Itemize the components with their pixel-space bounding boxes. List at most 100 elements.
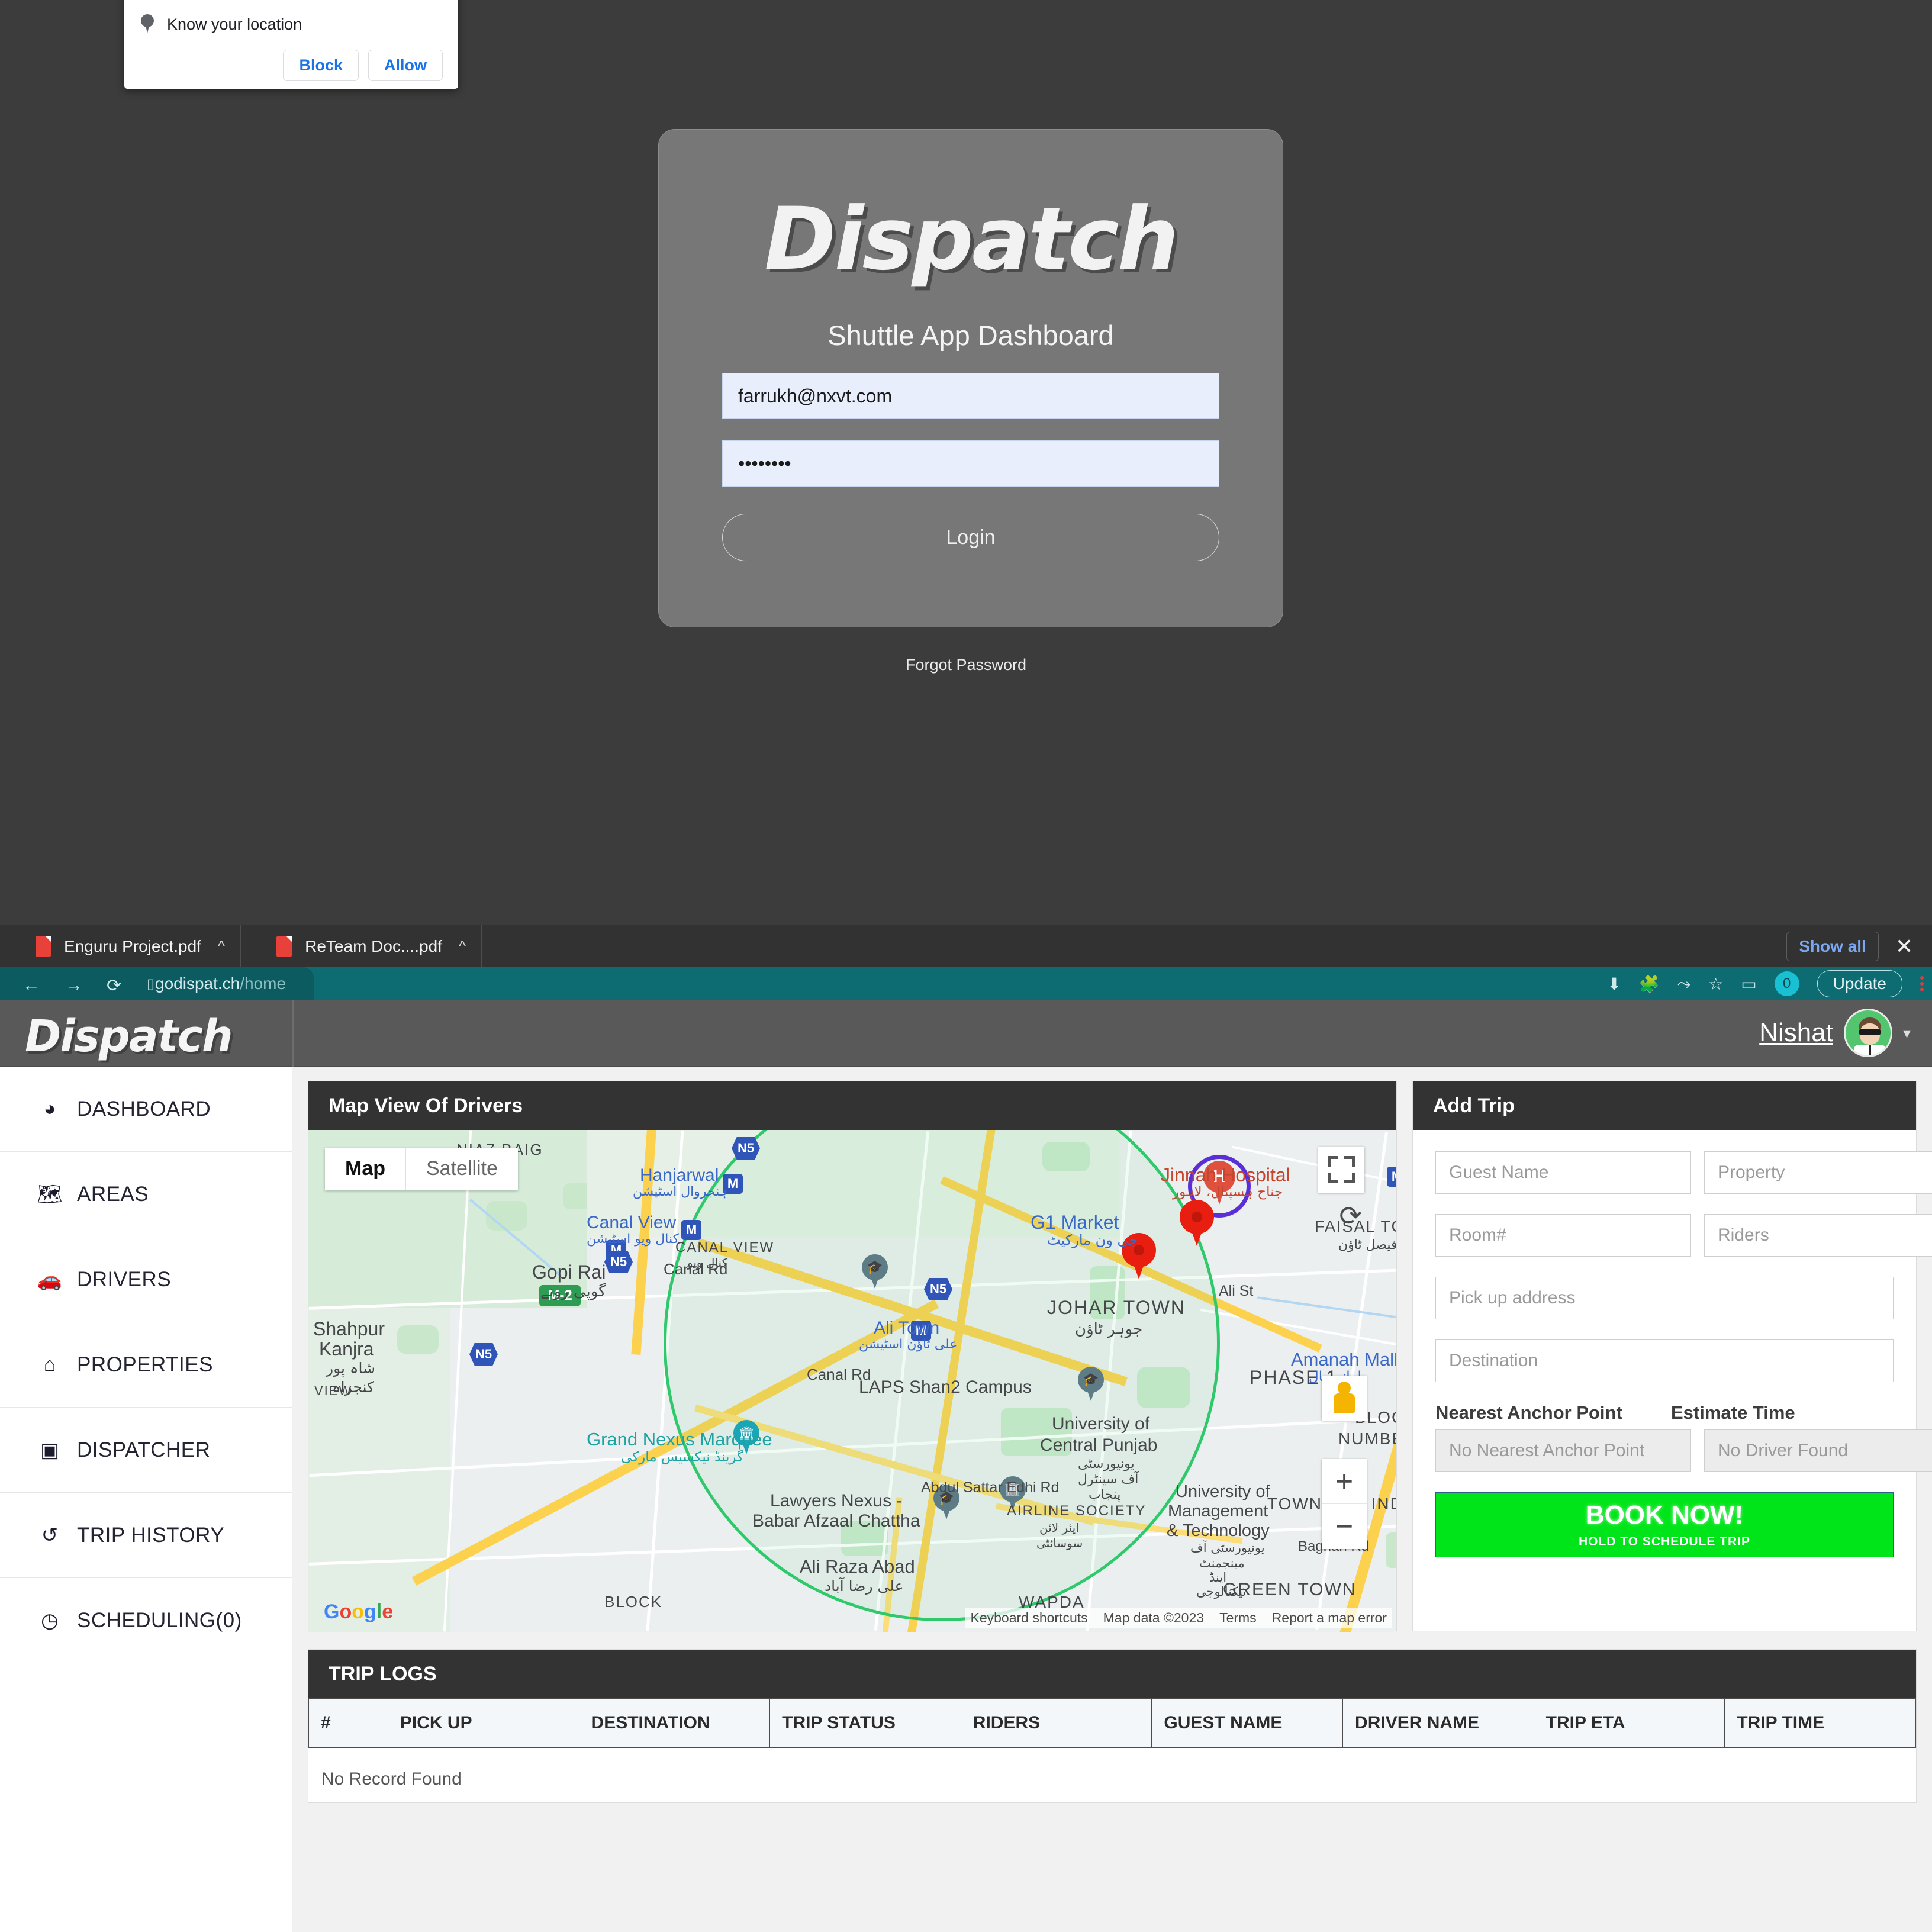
sidebar-item-label: SCHEDULING(0) bbox=[77, 1608, 242, 1632]
extension-badge[interactable]: 0 bbox=[1774, 971, 1799, 996]
map-footer: Keyboard shortcuts Map data ©2023 Terms … bbox=[965, 1608, 1392, 1628]
download-item[interactable]: ReTeam Doc....pdf ^ bbox=[241, 925, 482, 968]
trip-logs-header: TRIP LOGS bbox=[308, 1650, 1916, 1698]
map-label: Amanah Mall bbox=[1291, 1349, 1396, 1370]
chevron-up-icon[interactable]: ^ bbox=[218, 937, 225, 955]
downloads-bar: Enguru Project.pdf ^ ReTeam Doc....pdf ^… bbox=[0, 925, 1932, 968]
map-view-card: Map View Of Drivers M M M M N5 N5 N5 N5 … bbox=[308, 1081, 1397, 1632]
map-label: Jinnah Hospital bbox=[1161, 1164, 1290, 1186]
block-button[interactable]: Block bbox=[283, 50, 359, 81]
pickup-address-input[interactable] bbox=[1435, 1277, 1894, 1319]
map-type-satellite-button[interactable]: Satellite bbox=[406, 1148, 518, 1190]
map-label: Central Punjab bbox=[1040, 1435, 1158, 1455]
room-number-input[interactable] bbox=[1435, 1214, 1691, 1257]
email-field[interactable] bbox=[722, 373, 1219, 419]
location-pin-icon bbox=[140, 14, 155, 34]
history-icon: ↺ bbox=[41, 1524, 59, 1547]
map-label: Canal View bbox=[587, 1213, 677, 1232]
url-path: /home bbox=[240, 974, 286, 993]
map-label: Lawyers Nexus - bbox=[770, 1491, 903, 1511]
sidebar-item-scheduling[interactable]: ◷ SCHEDULING(0) bbox=[0, 1578, 292, 1663]
empty-state-message: No Record Found bbox=[321, 1769, 462, 1789]
show-all-downloads-button[interactable]: Show all bbox=[1786, 931, 1879, 961]
poi-marker-campus[interactable]: 🎓 bbox=[862, 1254, 888, 1289]
keyboard-shortcuts-link[interactable]: Keyboard shortcuts bbox=[970, 1610, 1087, 1626]
zoom-in-button[interactable]: + bbox=[1322, 1459, 1367, 1504]
poi-marker-campus[interactable]: 🎓 bbox=[1078, 1367, 1104, 1401]
guest-name-input[interactable] bbox=[1435, 1151, 1691, 1194]
reload-icon[interactable]: ⟳ bbox=[107, 975, 121, 996]
share-icon[interactable]: ⤳ bbox=[1677, 974, 1690, 994]
property-input[interactable] bbox=[1704, 1151, 1932, 1194]
page-info-icon[interactable]: ▯ bbox=[147, 975, 154, 993]
reader-icon[interactable]: ▭ bbox=[1741, 974, 1756, 994]
highway-n5-badge: N5 bbox=[732, 1137, 760, 1160]
sidebar-item-dispatcher[interactable]: ▣ DISPATCHER bbox=[0, 1408, 292, 1493]
fullscreen-icon[interactable] bbox=[1318, 1147, 1364, 1193]
bookmark-star-icon[interactable]: ☆ bbox=[1708, 974, 1723, 994]
street-view-pegman-icon[interactable] bbox=[1322, 1376, 1367, 1421]
trip-logs-title: TRIP LOGS bbox=[329, 1662, 437, 1685]
sidebar-item-dashboard[interactable]: ◕ DASHBOARD bbox=[0, 1067, 292, 1152]
map-label: سوسائٹی bbox=[1036, 1536, 1083, 1550]
password-field[interactable] bbox=[722, 440, 1219, 487]
chevron-up-icon[interactable]: ^ bbox=[459, 937, 466, 955]
map-label: Management bbox=[1168, 1502, 1268, 1521]
forward-arrow-icon[interactable]: → bbox=[65, 975, 83, 996]
add-trip-header: Add Trip bbox=[1413, 1081, 1916, 1130]
app-brand-logo[interactable]: Dispatch bbox=[25, 1011, 233, 1062]
back-arrow-icon[interactable]: ← bbox=[22, 975, 40, 996]
google-map[interactable]: M M M M M N5 N5 N5 N5 M-2 ▤ 🏛 🎓 🎓 🎓 bbox=[308, 1130, 1396, 1632]
map-label: کنال ویو اسٹیشن bbox=[587, 1232, 680, 1247]
table-column-header: # bbox=[308, 1698, 388, 1748]
table-column-header: RIDERS bbox=[960, 1698, 1152, 1748]
close-downloads-bar-icon[interactable]: ✕ bbox=[1891, 934, 1918, 959]
dashboard-icon: ◕ bbox=[43, 1097, 56, 1120]
map-data-attribution: Map data ©2023 bbox=[1103, 1610, 1205, 1625]
riders-input[interactable] bbox=[1704, 1214, 1932, 1257]
update-button[interactable]: Update bbox=[1817, 970, 1902, 997]
destination-input[interactable] bbox=[1435, 1339, 1894, 1382]
refresh-icon[interactable]: ⟳ bbox=[1339, 1200, 1362, 1232]
map-type-toggle[interactable]: Map Satellite bbox=[325, 1148, 518, 1190]
user-menu[interactable]: Nishat ▾ bbox=[1759, 1009, 1911, 1057]
sidebar-item-label: DRIVERS bbox=[77, 1267, 172, 1291]
login-button[interactable]: Login bbox=[722, 514, 1219, 561]
forgot-password-link[interactable]: Forgot Password bbox=[0, 656, 1932, 674]
extensions-icon[interactable]: 🧩 bbox=[1639, 974, 1660, 994]
map-card-title: Map View Of Drivers bbox=[329, 1094, 523, 1117]
map-label: ہنجروال اسٹیشن bbox=[633, 1184, 727, 1199]
sidebar-item-drivers[interactable]: 🚗 DRIVERS bbox=[0, 1237, 292, 1322]
zoom-out-button[interactable]: − bbox=[1322, 1504, 1367, 1549]
download-icon[interactable]: ⬇ bbox=[1607, 974, 1621, 994]
driver-marker[interactable] bbox=[1180, 1200, 1214, 1246]
report-map-error-link[interactable]: Report a map error bbox=[1272, 1610, 1387, 1626]
map-label: BLOCK bbox=[604, 1593, 663, 1611]
map-label: Gopi Rai bbox=[532, 1261, 606, 1283]
location-permission-bubble: Know your location Block Allow bbox=[124, 0, 458, 89]
sidebar-item-areas[interactable]: 🗺 AREAS bbox=[0, 1152, 292, 1237]
map-label: University of bbox=[1176, 1482, 1270, 1501]
table-column-header: TRIP ETA bbox=[1533, 1698, 1725, 1748]
map-label: University of bbox=[1052, 1414, 1150, 1434]
map-label: یونیورسٹی آف bbox=[1190, 1541, 1265, 1555]
allow-button[interactable]: Allow bbox=[368, 50, 443, 81]
address-bar[interactable]: godispat.ch/home bbox=[155, 974, 286, 993]
sidebar-item-properties[interactable]: ⌂ PROPERTIES bbox=[0, 1322, 292, 1408]
table-column-header: DESTINATION bbox=[578, 1698, 771, 1748]
avatar[interactable] bbox=[1843, 1009, 1892, 1057]
map-zoom-controls[interactable]: + − bbox=[1322, 1459, 1367, 1549]
book-now-button[interactable]: BOOK NOW! HOLD TO SCHEDULE TRIP bbox=[1435, 1492, 1894, 1557]
download-file-name: Enguru Project.pdf bbox=[64, 936, 201, 955]
browser-menu-icon[interactable] bbox=[1920, 976, 1924, 991]
map-label: علی رضا آباد bbox=[825, 1577, 904, 1595]
chevron-down-icon[interactable]: ▾ bbox=[1903, 1024, 1911, 1042]
sidebar-item-trip-history[interactable]: ↺ TRIP HISTORY bbox=[0, 1493, 292, 1578]
map-label: Ali St bbox=[1219, 1283, 1254, 1299]
map-label: Ali Raza Abad bbox=[800, 1556, 915, 1577]
sidebar-item-label: DISPATCHER bbox=[77, 1438, 211, 1461]
download-item[interactable]: Enguru Project.pdf ^ bbox=[0, 925, 242, 968]
map-type-map-button[interactable]: Map bbox=[325, 1148, 406, 1190]
terms-link[interactable]: Terms bbox=[1219, 1610, 1257, 1626]
user-name[interactable]: Nishat bbox=[1759, 1018, 1833, 1048]
